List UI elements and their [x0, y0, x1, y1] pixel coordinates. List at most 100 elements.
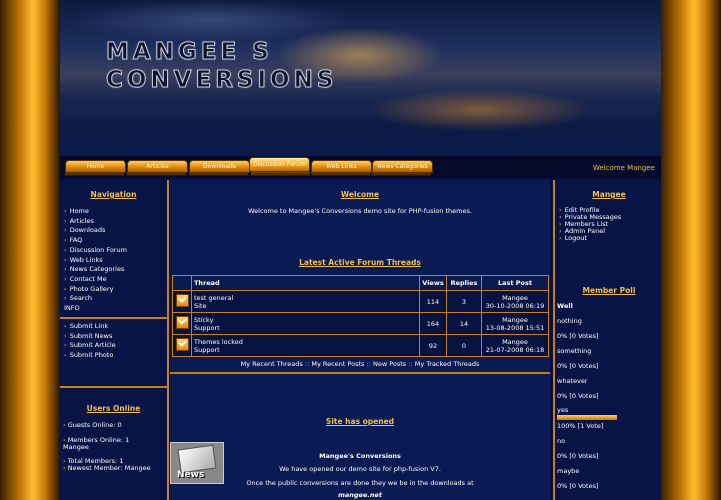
icon-header	[172, 275, 192, 291]
last-post-cell: Mangee 30-10-2008 06:19	[481, 290, 549, 313]
submit-link[interactable]: › Submit Link	[64, 322, 116, 332]
nav-link-contact-me[interactable]: › Contact Me	[64, 275, 127, 285]
tab-articles[interactable]: Articles	[127, 160, 188, 173]
poll-option-result: 0% [0 Votes]	[557, 482, 599, 490]
replies-cell: 14	[446, 312, 482, 335]
site-logo[interactable]: MANGEE S CONVERSIONS	[105, 38, 338, 94]
main-nav-bar: Home Articles Downloads Discussion Forum…	[60, 156, 661, 178]
tab-home[interactable]: Home	[65, 160, 126, 173]
my-tracked-threads-link[interactable]: My Tracked Threads	[415, 360, 480, 368]
poll-question: Well	[557, 302, 573, 310]
table-header-row: Thread Views Replies Last Post	[172, 275, 549, 291]
tab-shadow	[251, 172, 310, 176]
last-post-user[interactable]: Mangee	[484, 338, 546, 346]
thread-title-link[interactable]: test general	[194, 294, 417, 302]
page: MANGEE S CONVERSIONS Home Articles Downl…	[60, 0, 661, 500]
left-frame-border	[0, 0, 60, 500]
member-poll-title: Member Poll	[582, 286, 636, 295]
nav-link-faq[interactable]: › FAQ	[64, 236, 127, 246]
guests-online: › Guests Online: 0	[63, 421, 122, 429]
arrow-icon: ›	[64, 226, 67, 235]
tab-discussion-forum[interactable]: Discussion Forum	[249, 157, 310, 172]
thread-forum-link[interactable]: Support	[194, 324, 417, 332]
main-content: Welcome Welcome to Mangee's Conversions …	[170, 180, 550, 500]
arrow-icon: ›	[64, 255, 67, 264]
link-separator: ::	[304, 360, 310, 368]
right-frame-border	[661, 0, 721, 500]
tab-web-links[interactable]: Web Links	[311, 160, 372, 173]
arrow-icon: ›	[64, 245, 67, 254]
poll-option-result: 0% [0 Votes]	[557, 362, 599, 370]
my-recent-posts-link[interactable]: My Recent Posts	[311, 360, 364, 368]
replies-cell: 0	[446, 334, 482, 357]
views-header: Views	[419, 275, 447, 291]
submit-news[interactable]: › Submit News	[64, 332, 116, 342]
poll-option-label: whatever	[557, 377, 588, 385]
nav-link-home[interactable]: › Home	[64, 207, 127, 217]
forum-links-row: My Recent Threads :: My Recent Posts :: …	[170, 360, 550, 368]
arrow-icon: ›	[64, 322, 67, 330]
poll-result-bar	[557, 415, 617, 420]
last-post-cell: Mangee 13-08-2008 15:51	[481, 312, 549, 335]
new-posts-link[interactable]: New Posts	[373, 360, 406, 368]
arrow-icon: ›	[63, 421, 66, 429]
last-post-user[interactable]: Mangee	[484, 316, 546, 324]
link-separator: ::	[408, 360, 413, 368]
arrow-icon: ›	[64, 236, 67, 245]
nav-link-discussion-forum[interactable]: › Discussion Forum	[64, 246, 127, 256]
nav-link-news-categories[interactable]: › News Categories	[64, 265, 127, 275]
navigation-title: Navigation	[90, 190, 137, 199]
logo-line-2: CONVERSIONS	[105, 67, 338, 94]
thread-title-link[interactable]: Sticky	[194, 316, 417, 324]
arrow-icon: ›	[64, 284, 67, 293]
replies-header: Replies	[446, 275, 482, 291]
welcome-user-text: Welcome Mangee	[592, 164, 655, 172]
views-cell: 92	[419, 334, 447, 357]
poll-option-label: no	[557, 437, 566, 445]
left-sidebar: Navigation › Home › Articles › Downloads…	[60, 180, 169, 500]
header-banner: MANGEE S CONVERSIONS	[60, 0, 661, 156]
poll-option-result: 100% [1 Vote]	[557, 422, 604, 430]
nav-link-web-links[interactable]: › Web Links	[64, 256, 127, 266]
arrow-icon: ›	[64, 331, 67, 340]
nav-link-downloads[interactable]: › Downloads	[64, 226, 127, 236]
news-category-image[interactable]: News	[170, 442, 224, 484]
views-cell: 164	[419, 312, 447, 335]
users-online-title: Users Online	[86, 404, 141, 413]
poll-option-result: 0% [0 Votes]	[557, 452, 599, 460]
thread-read-icon	[175, 338, 189, 351]
forum-threads-title: Latest Active Forum Threads	[299, 258, 421, 267]
poll-option-result: 0% [0 Votes]	[557, 332, 599, 340]
last-post-date: 30-10-2008 06:19	[485, 301, 545, 310]
thread-forum-link[interactable]: Support	[194, 346, 417, 354]
thread-read-icon	[175, 316, 189, 329]
nav-link-search[interactable]: › Search	[64, 294, 127, 304]
thread-status-cell	[172, 290, 192, 313]
tab-downloads[interactable]: Downloads	[189, 160, 250, 173]
welcome-title: Welcome	[340, 190, 380, 199]
tab-news-categories[interactable]: News Categories	[372, 160, 433, 173]
submit-article[interactable]: › Submit Article	[64, 341, 116, 351]
arrow-icon: ›	[64, 216, 67, 225]
arrow-icon: ›	[63, 464, 66, 472]
news-heading: Mangee's Conversions	[319, 452, 401, 460]
thread-forum-link[interactable]: Site	[194, 302, 417, 310]
my-recent-threads-link[interactable]: My Recent Threads	[241, 360, 303, 368]
nav-link-articles[interactable]: › Articles	[64, 217, 127, 227]
logout-link[interactable]: › Logout	[559, 235, 621, 242]
arrow-icon: ›	[64, 207, 67, 215]
news-line-1: We have opened our demo site for php-fus…	[279, 465, 441, 473]
news-line-2: Once the public conversions are done the…	[246, 479, 474, 487]
nav-link-photo-gallery[interactable]: › Photo Gallery	[64, 285, 127, 295]
news-title[interactable]: Site has opened	[170, 417, 550, 426]
submit-photo[interactable]: › Submit Photo	[64, 351, 116, 361]
thread-title-link[interactable]: Themes locked	[194, 338, 417, 346]
views-cell: 114	[419, 290, 447, 313]
nav-info-label: INFO	[64, 304, 80, 313]
last-post-user[interactable]: Mangee	[484, 294, 546, 302]
member-online-name[interactable]: Mangee	[63, 443, 89, 451]
thread-cell: Sticky Support	[191, 312, 420, 335]
thread-header: Thread	[191, 275, 420, 291]
thread-read-icon	[175, 294, 189, 307]
table-row: Sticky Support 164 14 Mangee 13-08-2008 …	[172, 312, 549, 335]
